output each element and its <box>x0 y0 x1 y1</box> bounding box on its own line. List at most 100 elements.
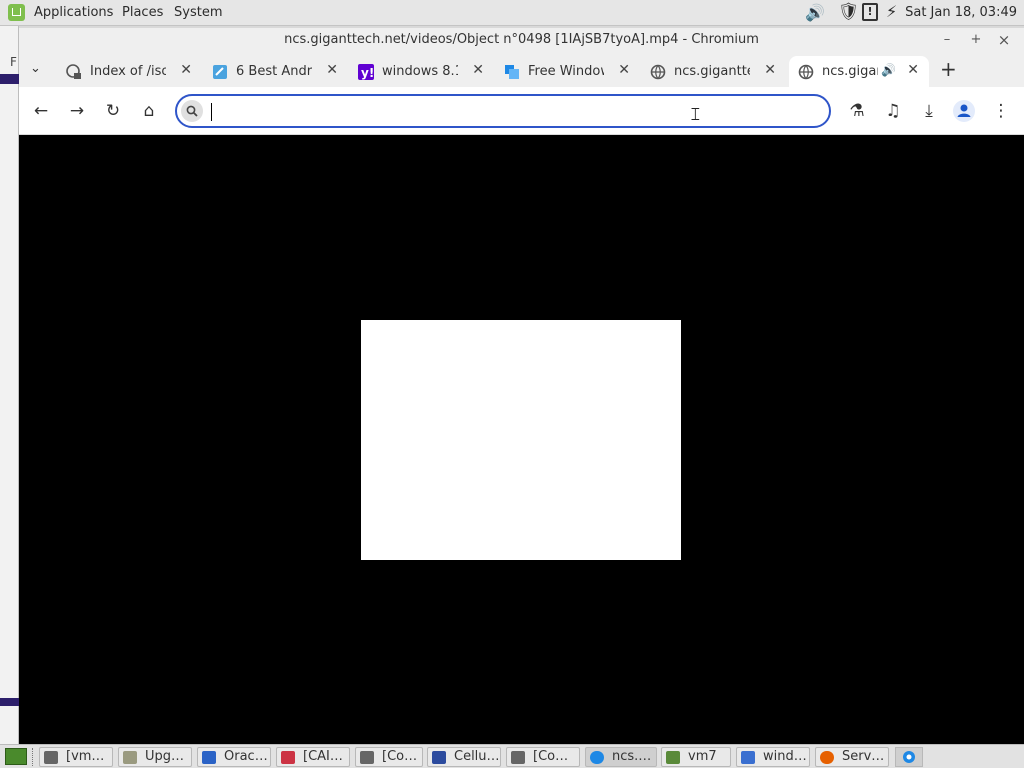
taskbar-item[interactable]: Cellu… <box>427 747 501 767</box>
tab-label: Index of /iso <box>90 64 166 79</box>
globe-icon <box>650 64 666 80</box>
taskbar-item[interactable]: vm7 <box>661 747 731 767</box>
app-icon <box>212 64 228 80</box>
tab-strip: ⌄ Index of /iso ✕ 6 Best Andro ✕ y! wind… <box>19 52 1024 87</box>
search-icon <box>181 100 203 122</box>
terminal-icon <box>360 751 374 764</box>
terminal-icon <box>44 751 58 764</box>
text-caret <box>211 103 212 121</box>
app-icon <box>281 751 295 764</box>
reload-button[interactable]: ↻ <box>101 99 125 123</box>
tab-windows-8-1[interactable]: y! windows 8.1 ✕ <box>349 56 494 87</box>
more-menu-icon[interactable]: ⋮ <box>989 99 1013 123</box>
download-icon[interactable]: ⤓ <box>917 99 941 123</box>
menu-applications[interactable]: Applications <box>34 5 113 20</box>
video-frame[interactable] <box>361 320 681 560</box>
network-icon[interactable]: ⚡ <box>886 2 897 21</box>
tab-label: Free Window <box>528 64 604 79</box>
firefox-icon <box>820 751 834 764</box>
tab-label: ncs.gigan <box>822 64 878 79</box>
window-titlebar[interactable]: ncs.giganttech.net/videos/Object n°0498 … <box>19 28 1024 52</box>
close-icon[interactable]: ✕ <box>618 62 630 78</box>
taskbar-separator <box>32 748 36 766</box>
close-icon[interactable]: ✕ <box>907 62 919 78</box>
upgrade-icon <box>123 751 137 764</box>
globe-lock-icon <box>66 64 82 80</box>
windows-icon <box>741 751 755 764</box>
taskbar-item-label: Upg… <box>145 749 185 764</box>
svg-text:y!: y! <box>361 66 374 80</box>
close-icon[interactable]: ✕ <box>326 62 338 78</box>
back-button[interactable]: ← <box>29 99 53 123</box>
video-viewport[interactable] <box>19 135 1024 744</box>
browser-toolbar: ← → ↻ ⌂ ⚗ ♫ ⤓ ⋮ <box>19 87 1024 135</box>
show-desktop-icon[interactable] <box>5 748 27 765</box>
taskbar-item-label: [Co… <box>533 749 569 764</box>
taskbar-item-label: Serv… <box>842 749 885 764</box>
chromium-window: ncs.giganttech.net/videos/Object n°0498 … <box>19 28 1024 744</box>
close-button[interactable]: × <box>995 31 1013 49</box>
taskbar-item[interactable]: [CAI… <box>276 747 350 767</box>
media-controls-icon[interactable]: ♫ <box>881 99 905 123</box>
menu-places[interactable]: Places <box>122 5 163 20</box>
taskbar-item[interactable]: [Co… <box>506 747 580 767</box>
tray-chromium-icon[interactable] <box>895 747 923 767</box>
vm-icon <box>666 751 680 764</box>
tab-label: windows 8.1 <box>382 64 458 79</box>
home-button[interactable]: ⌂ <box>137 99 161 123</box>
tab-free-windows[interactable]: Free Window ✕ <box>495 56 640 87</box>
taskbar-item-label: Orac… <box>224 749 268 764</box>
clipboard-alert-icon[interactable]: ! <box>862 3 878 21</box>
tab-label: 6 Best Andro <box>236 64 312 79</box>
taskbar-item-label: [CAI… <box>303 749 343 764</box>
tab-search-icon[interactable]: ⌄ <box>30 61 41 76</box>
mint-menu-icon[interactable] <box>8 4 25 21</box>
address-bar[interactable] <box>175 94 831 128</box>
taskbar-item-label: wind… <box>763 749 807 764</box>
taskbar-item[interactable]: Upg… <box>118 747 192 767</box>
new-tab-button[interactable]: + <box>940 57 957 81</box>
menu-system[interactable]: System <box>174 5 222 20</box>
volume-icon[interactable]: 🔊 <box>805 3 825 22</box>
taskbar-item[interactable]: [Co… <box>355 747 423 767</box>
windows-icon <box>504 64 520 80</box>
tab-ncs-giganttech[interactable]: ncs.giganttec ✕ <box>641 56 786 87</box>
audio-playing-icon[interactable]: 🔊 <box>881 63 896 77</box>
globe-icon <box>798 64 814 80</box>
profile-avatar-icon[interactable] <box>953 100 975 122</box>
taskbar-item-label: ncs.… <box>612 749 652 764</box>
virtualbox-icon <box>202 751 216 764</box>
taskbar: [vm… Upg… Orac… [CAI… [Co… Cellu… [Co… ncs.… vm7… <box>0 744 1024 768</box>
clock[interactable]: Sat Jan 18, 03:49 <box>905 5 1017 20</box>
yahoo-icon: y! <box>358 64 374 80</box>
address-input[interactable] <box>207 100 811 124</box>
close-icon[interactable]: ✕ <box>180 62 192 78</box>
taskbar-item-label: [Co… <box>382 749 418 764</box>
maximize-button[interactable]: + <box>967 31 985 49</box>
close-icon[interactable]: ✕ <box>472 62 484 78</box>
taskbar-item[interactable]: Serv… <box>815 747 889 767</box>
taskbar-item-label: Cellu… <box>454 749 500 764</box>
terminal-icon <box>511 751 525 764</box>
forward-button[interactable]: → <box>65 99 89 123</box>
chromium-icon <box>590 751 604 764</box>
mouse-cursor-ibeam: 𝙸 <box>689 104 702 125</box>
shield-icon[interactable]: 🛡 <box>838 2 860 22</box>
tab-6-best-android[interactable]: 6 Best Andro ✕ <box>203 56 348 87</box>
taskbar-item-label: [vm… <box>66 749 105 764</box>
media-icon <box>432 751 446 764</box>
window-title: ncs.giganttech.net/videos/Object n°0498 … <box>284 32 759 47</box>
taskbar-item-label: vm7 <box>688 749 717 764</box>
labs-flask-icon[interactable]: ⚗ <box>845 99 869 123</box>
minimize-button[interactable]: – <box>938 31 956 49</box>
background-window-edge: F <box>0 26 19 744</box>
taskbar-item[interactable]: wind… <box>736 747 810 767</box>
tab-label: ncs.giganttec <box>674 64 750 79</box>
close-icon[interactable]: ✕ <box>764 62 776 78</box>
tab-ncs-giganttech-active[interactable]: ncs.gigan 🔊 ✕ <box>789 56 929 87</box>
tab-index-of-iso[interactable]: Index of /iso ✕ <box>57 56 202 87</box>
taskbar-item[interactable]: ncs.… <box>585 747 657 767</box>
top-panel: Applications Places System 🔊 🛡 ! ⚡ Sat J… <box>0 0 1024 26</box>
taskbar-item[interactable]: [vm… <box>39 747 113 767</box>
taskbar-item[interactable]: Orac… <box>197 747 271 767</box>
